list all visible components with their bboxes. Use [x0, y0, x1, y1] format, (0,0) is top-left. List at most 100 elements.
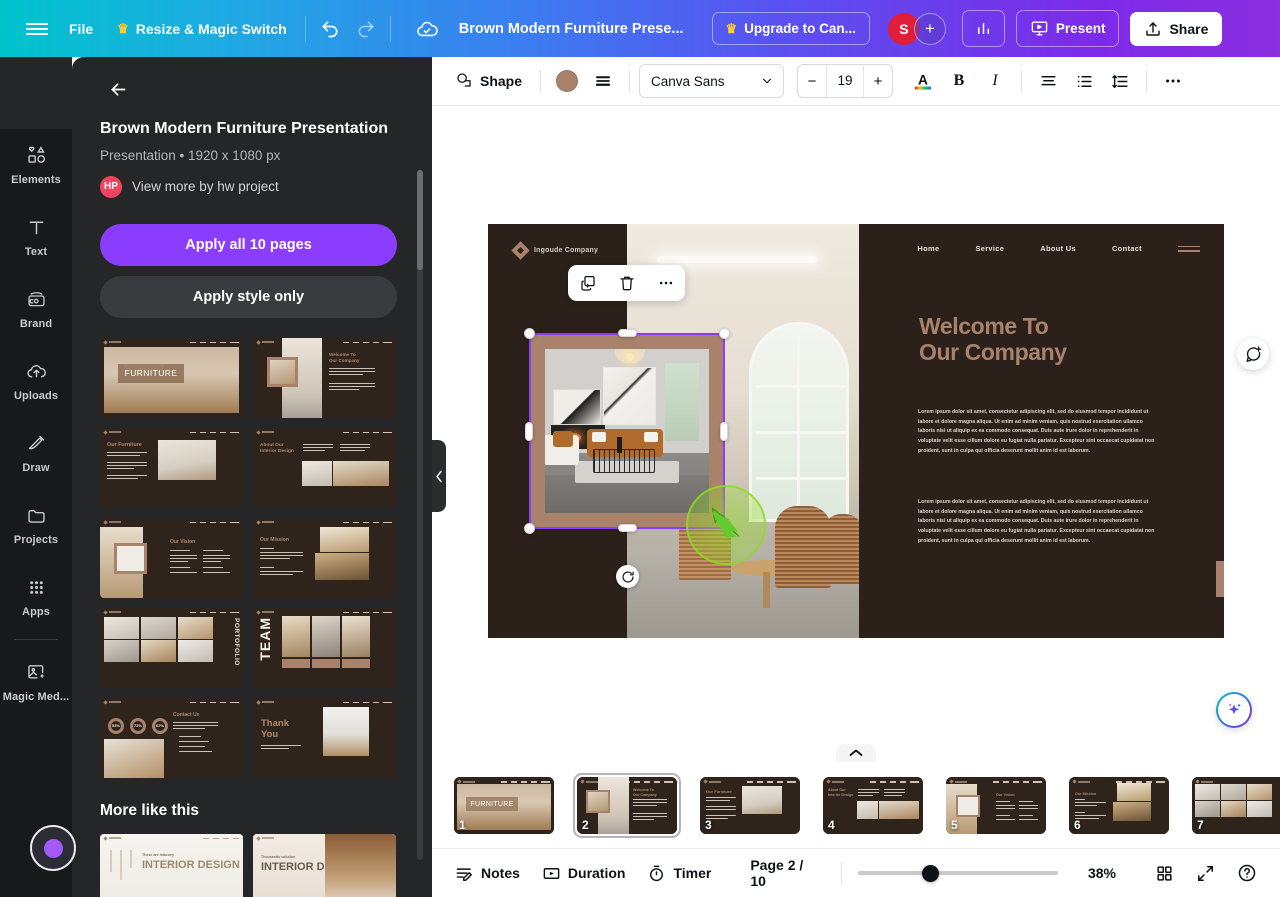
slide-nav-hamburger-icon[interactable] — [1178, 245, 1200, 252]
panel-author-link[interactable]: HP View more by hw project — [100, 175, 404, 198]
sidebar-item-apps[interactable]: Apps — [0, 561, 72, 633]
hamburger-menu-icon[interactable] — [17, 9, 57, 49]
text-color-button[interactable]: A — [906, 64, 940, 98]
cloud-saved-icon[interactable] — [409, 11, 445, 47]
zoom-slider-thumb[interactable] — [921, 864, 939, 882]
magic-studio-fab[interactable] — [1216, 692, 1252, 728]
page-thumb-2[interactable]: Welcome To Our Company 2 — [577, 777, 677, 834]
shape-color-button[interactable] — [550, 64, 584, 98]
page-thumb-wrap-3[interactable]: Our Furniture 3 — [696, 773, 804, 838]
template-thumb-thank-you[interactable]: Thank You — [253, 697, 396, 778]
file-menu-button[interactable]: File — [57, 14, 105, 44]
sidebar-item-text[interactable]: Text — [0, 201, 72, 273]
canvas-area[interactable]: Ingoude Company Home Service About Us Co… — [432, 106, 1280, 763]
zoom-value[interactable]: 38% — [1088, 865, 1116, 881]
list-button[interactable] — [1067, 64, 1101, 98]
zoom-slider[interactable] — [857, 863, 1058, 883]
duplicate-button[interactable] — [573, 268, 603, 298]
template-thumb-contact-us[interactable]: 53% 72% 67% Contact Us — [100, 697, 243, 778]
slide-nav-home[interactable]: Home — [917, 244, 939, 253]
slide-nav-about[interactable]: About Us — [1040, 244, 1076, 253]
resize-handle-bottom-center[interactable] — [618, 524, 637, 532]
template-thumb-our-furniture[interactable]: Our Furniture — [100, 427, 243, 508]
sidebar-item-draw[interactable]: Draw — [0, 417, 72, 489]
sidebar-item-projects[interactable]: Projects — [0, 489, 72, 561]
slide-paragraph-2[interactable]: Lorem ipsum dolor sit amet, consectetur … — [918, 498, 1158, 546]
expand-pages-chevron[interactable] — [836, 744, 876, 762]
slide-logo[interactable]: Ingoude Company — [511, 241, 598, 260]
duration-button[interactable]: Duration — [533, 856, 635, 890]
font-size-value[interactable]: 19 — [826, 65, 865, 97]
undo-icon[interactable] — [312, 11, 348, 47]
template-thumb-our-vision[interactable]: Our Vision — [100, 517, 243, 598]
upgrade-button[interactable]: ♛ Upgrade to Can... — [711, 12, 870, 45]
page-thumb-4[interactable]: About Our Interior Design 4 — [823, 777, 923, 834]
resize-handle-middle-left[interactable] — [525, 422, 533, 441]
timer-button[interactable]: Timer — [638, 856, 720, 890]
more-thumb-interior-design-1[interactable]: These are industry INTERIOR DESIGN — [100, 833, 243, 897]
font-size-increase-button[interactable]: + — [864, 65, 892, 97]
page-thumb-wrap-1[interactable]: FURNITURE 1 — [450, 773, 558, 838]
slide-nav-contact[interactable]: Contact — [1112, 244, 1142, 253]
sidebar-item-elements[interactable]: Elements — [0, 129, 72, 201]
fullscreen-button[interactable] — [1187, 856, 1224, 890]
apply-style-only-button[interactable]: Apply style only — [100, 275, 397, 318]
grid-view-button[interactable] — [1146, 856, 1183, 890]
page-thumb-1[interactable]: FURNITURE 1 — [454, 777, 554, 834]
help-button[interactable] — [1228, 856, 1266, 890]
template-thumb-our-mission[interactable]: Our Mission — [253, 517, 396, 598]
add-people-button[interactable]: + — [913, 12, 946, 45]
page-thumbnail-strip[interactable]: FURNITURE 1 Welcome To Our Company 2 Our… — [432, 763, 1280, 848]
add-comment-fab[interactable] — [1237, 338, 1269, 370]
context-more-button[interactable] — [651, 268, 681, 298]
text-align-button[interactable] — [1031, 64, 1065, 98]
resize-handle-top-right[interactable] — [719, 328, 730, 339]
font-size-stepper[interactable]: − 19 + — [797, 64, 894, 98]
template-thumb-team[interactable]: TEAM — [253, 607, 396, 688]
sidebar-item-brand[interactable]: Brand — [0, 273, 72, 345]
record-button[interactable] — [30, 825, 76, 871]
page-thumb-wrap-6[interactable]: Our Mission 6 — [1065, 773, 1173, 838]
resize-handle-top-center[interactable] — [618, 329, 637, 337]
page-thumb-wrap-7[interactable]: 7 — [1188, 773, 1280, 838]
template-thumb-portofolio[interactable]: PORTOFOLIO — [100, 607, 243, 688]
sidebar-item-uploads[interactable]: Uploads — [0, 345, 72, 417]
delete-button[interactable] — [612, 268, 642, 298]
page-thumb-3[interactable]: Our Furniture 3 — [700, 777, 800, 834]
resize-magic-switch-button[interactable]: ♛ Resize & Magic Switch — [105, 14, 299, 44]
notes-button[interactable]: Notes — [446, 856, 529, 890]
rotate-handle[interactable] — [616, 565, 639, 588]
resize-handle-top-left[interactable] — [524, 328, 535, 339]
resize-handle-bottom-left[interactable] — [524, 523, 535, 534]
share-button[interactable]: Share — [1130, 11, 1223, 46]
page-thumb-wrap-5[interactable]: Our Vision 5 — [942, 773, 1050, 838]
font-family-select[interactable]: Canva Sans — [639, 64, 785, 98]
selection-bounding-box[interactable] — [529, 333, 725, 529]
page-thumb-6[interactable]: Our Mission 6 — [1069, 777, 1169, 834]
insights-button[interactable] — [961, 10, 1005, 47]
panel-scrollbar-track[interactable] — [417, 170, 423, 860]
present-button[interactable]: Present — [1015, 10, 1120, 47]
panel-collapse-handle[interactable] — [432, 440, 446, 512]
italic-button[interactable]: I — [978, 64, 1012, 98]
more-thumb-interior-design-2[interactable]: Thousands solution INTERIOR DESIGN — [253, 833, 396, 897]
apply-all-pages-button[interactable]: Apply all 10 pages — [100, 223, 397, 266]
template-thumb-furniture-cover[interactable]: FURNITURE — [100, 337, 243, 418]
resize-handle-middle-right[interactable] — [720, 422, 728, 441]
document-title[interactable]: Brown Modern Furniture Prese... — [459, 21, 684, 37]
sidebar-item-magic-media[interactable]: Magic Med... — [0, 646, 72, 718]
slide-paragraph-1[interactable]: Lorem ipsum dolor sit amet, consectetur … — [918, 408, 1158, 456]
template-thumb-welcome[interactable]: Welcome To Our Company — [253, 337, 396, 418]
slide-nav-service[interactable]: Service — [975, 244, 1004, 253]
page-thumb-7[interactable]: 7 — [1192, 777, 1280, 834]
bold-button[interactable]: B — [942, 64, 976, 98]
slide-heading[interactable]: Welcome To Our Company — [919, 313, 1219, 366]
font-size-decrease-button[interactable]: − — [798, 65, 826, 97]
page-thumb-5[interactable]: Our Vision 5 — [946, 777, 1046, 834]
shape-button[interactable]: Shape — [446, 64, 531, 98]
redo-icon[interactable] — [348, 11, 384, 47]
line-spacing-button[interactable] — [1103, 64, 1137, 98]
more-options-button[interactable] — [1156, 64, 1190, 98]
page-thumb-wrap-2[interactable]: Welcome To Our Company 2 — [573, 773, 681, 838]
page-thumb-wrap-4[interactable]: About Our Interior Design 4 — [819, 773, 927, 838]
